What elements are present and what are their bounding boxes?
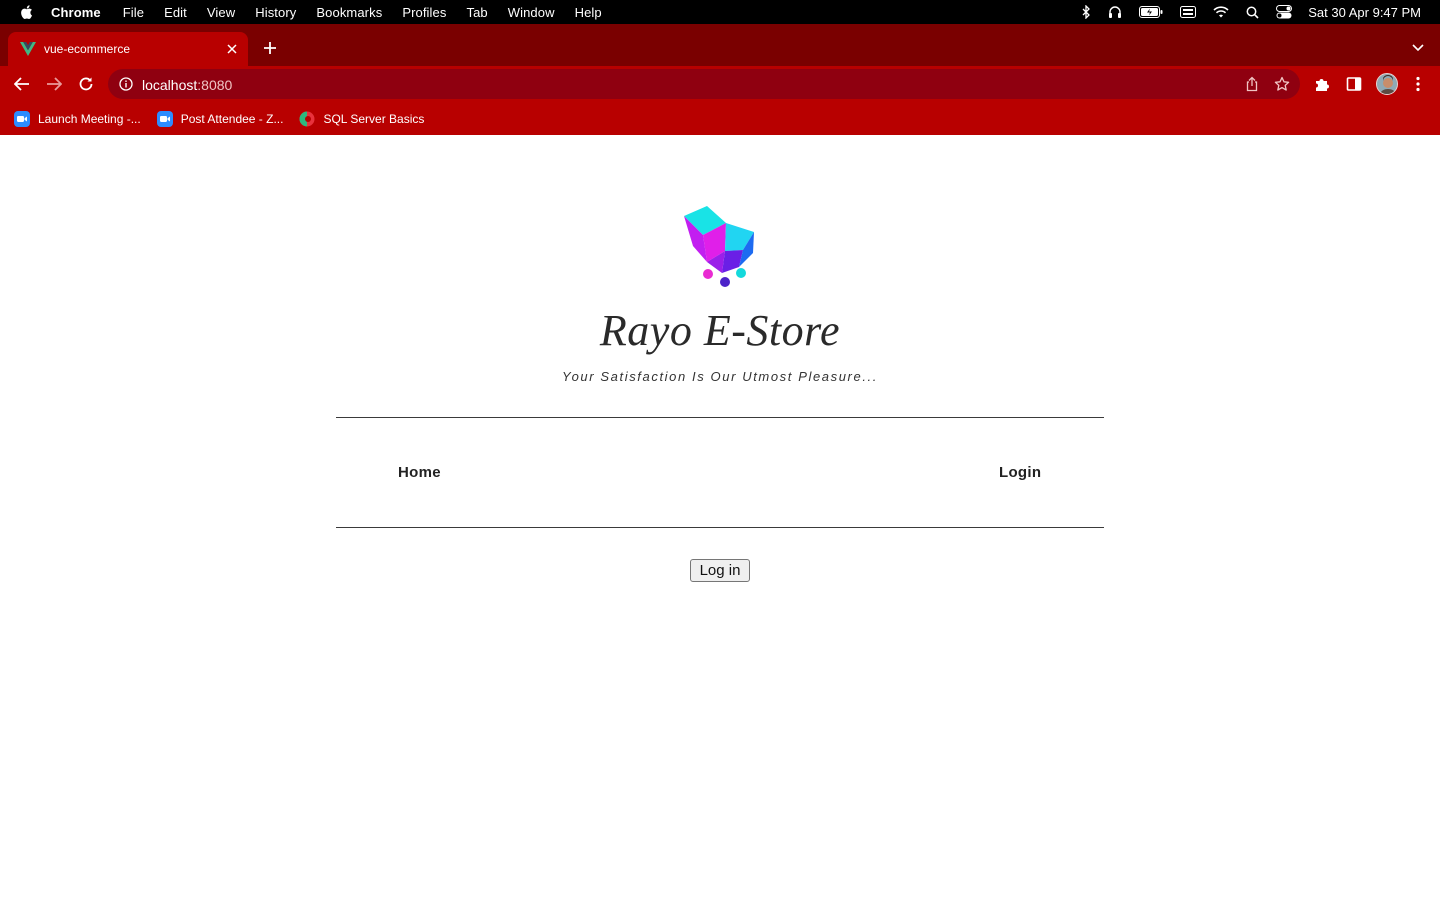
menu-app-name[interactable]: Chrome [51, 5, 101, 20]
tab-title: vue-ecommerce [44, 42, 131, 56]
menu-tab[interactable]: Tab [466, 5, 487, 20]
vue-logo-icon [20, 41, 36, 57]
bookmark-post-attendee[interactable]: Post Attendee - Z... [156, 110, 284, 127]
bookmark-launch-meeting[interactable]: Launch Meeting -... [14, 110, 141, 127]
control-center-icon[interactable] [1276, 5, 1293, 19]
forward-arrow-icon[interactable] [44, 74, 64, 94]
store-brand-title: Rayo E-Store [599, 306, 841, 355]
chevron-down-icon[interactable] [1410, 40, 1426, 56]
extensions-puzzle-icon[interactable] [1312, 74, 1332, 94]
zoom-icon [156, 110, 173, 127]
bookmark-label: Launch Meeting -... [38, 111, 141, 126]
bookmarks-bar: Launch Meeting -... Post Attendee - Z...… [0, 102, 1440, 135]
menu-view[interactable]: View [207, 5, 235, 20]
log-in-button[interactable]: Log in [690, 559, 750, 582]
url-host: localhost [142, 77, 198, 93]
browser-toolbar: localhost:8080 [0, 66, 1440, 102]
url-text[interactable]: localhost:8080 [142, 77, 232, 93]
circle-logo-icon [299, 111, 315, 127]
address-bar[interactable]: localhost:8080 [108, 69, 1300, 99]
browser-tab-active[interactable]: vue-ecommerce [8, 32, 248, 66]
zoom-icon [14, 110, 30, 127]
menu-edit[interactable]: Edit [164, 5, 187, 20]
menu-history[interactable]: History [255, 5, 296, 20]
spotlight-search-icon[interactable] [1246, 6, 1259, 19]
close-icon[interactable] [224, 41, 240, 57]
menu-window[interactable]: Window [508, 5, 555, 20]
back-arrow-icon[interactable] [12, 74, 32, 94]
store-logo-cart-icon [681, 205, 757, 289]
macos-menu-bar: Chrome File Edit View History Bookmarks … [0, 0, 1440, 24]
status-area: Sat 30 Apr 9:47 PM [1064, 0, 1440, 24]
menubar-clock[interactable]: Sat 30 Apr 9:47 PM [1308, 5, 1421, 20]
divider-bottom [336, 527, 1104, 528]
site-info-icon[interactable] [118, 76, 134, 92]
headphones-icon[interactable] [1108, 5, 1122, 19]
menu-file[interactable]: File [123, 5, 144, 20]
menu-bookmarks[interactable]: Bookmarks [316, 5, 382, 20]
divider-top [336, 417, 1104, 418]
bookmark-label: Post Attendee - Z... [180, 111, 284, 126]
url-port: :8080 [197, 77, 233, 93]
apple-icon[interactable] [18, 4, 34, 20]
side-panel-icon[interactable] [1344, 74, 1364, 94]
nav-link-home[interactable]: Home [398, 464, 441, 481]
wifi-icon[interactable] [1213, 6, 1229, 18]
browser-tab-strip: vue-ecommerce [0, 24, 1440, 66]
nav-link-login[interactable]: Login [999, 464, 1041, 481]
reload-icon[interactable] [76, 74, 96, 94]
kebab-menu-icon[interactable] [1408, 74, 1428, 94]
bookmark-star-icon[interactable] [1274, 76, 1290, 92]
profile-avatar[interactable] [1376, 73, 1398, 95]
battery-icon[interactable] [1139, 6, 1163, 18]
store-tagline: Your Satisfaction Is Our Utmost Pleasure… [562, 369, 878, 384]
share-icon[interactable] [1244, 76, 1260, 92]
bookmark-label: SQL Server Basics [323, 111, 425, 126]
new-tab-plus-icon[interactable] [260, 38, 280, 58]
bluetooth-icon[interactable] [1081, 5, 1091, 19]
bookmark-sql-server-basics[interactable]: SQL Server Basics [299, 111, 424, 127]
menu-profiles[interactable]: Profiles [402, 5, 446, 20]
menu-help[interactable]: Help [575, 5, 602, 20]
keyboard-input-icon[interactable] [1180, 6, 1197, 18]
web-page: Rayo E-Store Your Satisfaction Is Our Ut… [0, 135, 1440, 900]
